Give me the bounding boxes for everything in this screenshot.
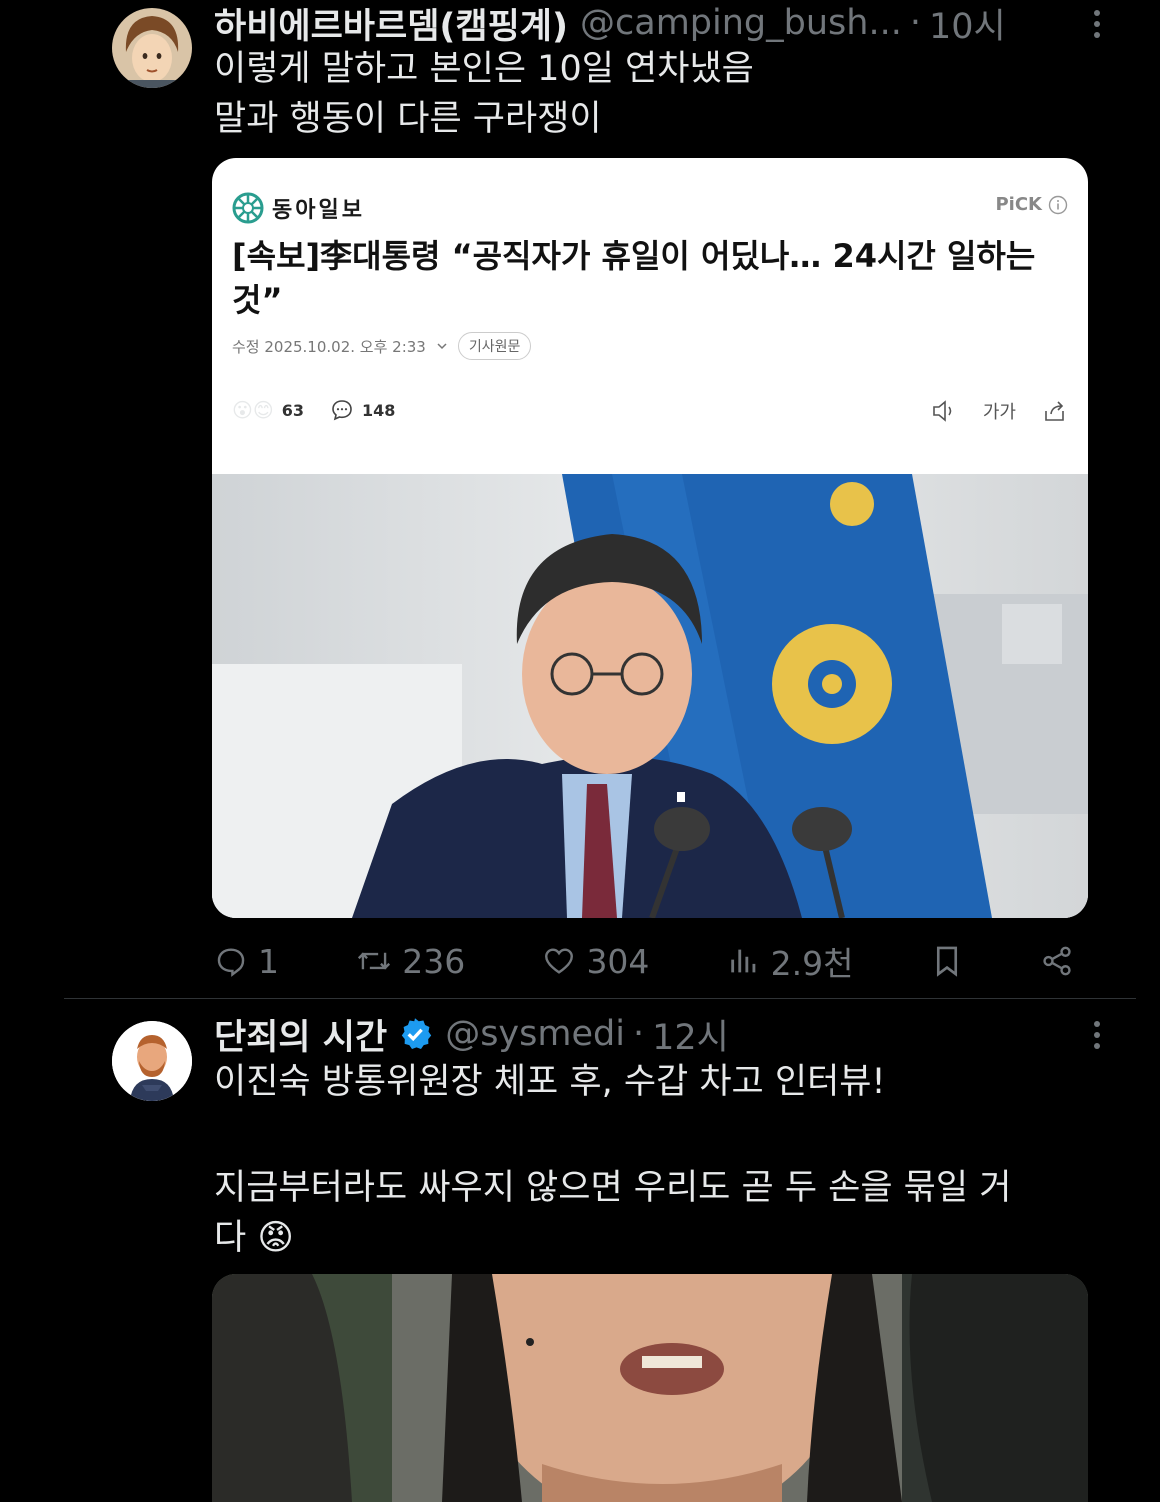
tweet-header: 하비에르바르뎀(캠핑계) @camping_bush... · 10시 [214,0,1100,46]
heart-icon [545,948,574,974]
pick-label: PiCK [995,194,1042,215]
article-headline: [속보]李대통령 “공직자가 휴일이 어딨나… 24시간 일하는 것” [232,237,1036,319]
avatar[interactable] [112,8,192,88]
article-tools: 가가 [931,398,1068,424]
modified-date: 수정 2025.10.02. 오후 2:33 [232,337,426,356]
speaker-icon[interactable] [931,399,957,423]
media-illustration [212,1274,1088,1502]
avatar-illustration [112,1021,192,1101]
article-meta: 수정 2025.10.02. 오후 2:33 기사원문 [232,332,532,360]
share-button[interactable] [1040,944,1074,978]
timestamp[interactable]: 10시 [929,0,1006,47]
author-handle[interactable]: @camping_bush... [580,3,902,43]
comment-count: 148 [361,400,396,420]
avatar-illustration [112,8,192,88]
tweet-text-line: 다 😡 [214,1218,294,1258]
font-size-button[interactable]: 가가 [983,398,1016,424]
reaction-emoji-icon[interactable]: 😮😊 [232,398,274,422]
publisher: 동아일보 [232,192,365,224]
more-options-icon[interactable] [1082,1015,1112,1055]
separator-dot: · [632,1014,645,1054]
like-button[interactable]: 304 [542,942,649,981]
separator-dot: · [909,3,921,43]
article-stats: 😮😊 63 148 [232,398,395,422]
photo-illustration [212,474,1088,918]
author-name[interactable]: 단죄의 시간 [214,1011,387,1058]
pick-badge: PiCK [995,194,1068,215]
like-count: 304 [586,941,650,981]
author-name[interactable]: 하비에르바르뎀(캠핑계) [214,0,568,47]
publisher-logo-icon [232,192,264,224]
retweet-button[interactable]: 236 [356,942,465,981]
views-icon [730,949,755,973]
original-article-button[interactable]: 기사원문 [457,332,532,360]
article-photo[interactable] [212,474,1088,918]
tweet-actions: 1 236 304 2.9천 [214,936,1074,986]
retweet-icon [358,952,391,970]
views-button[interactable]: 2.9천 [727,937,854,985]
timestamp[interactable]: 12시 [652,1011,729,1058]
retweet-count: 236 [402,941,466,981]
tweet-1[interactable]: 하비에르바르뎀(캠핑계) @camping_bush... · 10시 이렇게 … [0,0,1160,998]
avatar[interactable] [112,1021,192,1101]
more-options-icon[interactable] [1082,4,1112,44]
publisher-name: 동아일보 [272,198,365,223]
tweet-text-line: 지금부터라도 싸우지 않으면 우리도 곧 두 손을 묶일 거 [214,1168,1012,1208]
tweet-text-line: 이진숙 방통위원장 체포 후, 수갑 차고 인터뷰! [214,1062,886,1102]
reply-count: 1 [258,941,279,981]
tweet-text: 이진숙 방통위원장 체포 후, 수갑 차고 인터뷰! 지금부터라도 싸우지 않으… [214,1057,1094,1263]
tweet-media[interactable] [212,1274,1088,1502]
reply-icon [217,948,245,977]
tweet-text: 이렇게 말하고 본인은 10일 연차냈음 말과 행동이 다른 구라쟁이 [214,44,1094,144]
tweet-text-line: 이렇게 말하고 본인은 10일 연차냈음 [214,49,754,89]
tweet-2[interactable]: 단죄의 시간 @sysmedi · 12시 이진숙 방통위원장 체포 후, 수갑… [0,999,1160,1502]
tweet-header: 단죄의 시간 @sysmedi · 12시 [214,1011,1100,1057]
info-icon[interactable] [1048,195,1068,215]
view-count: 2.9천 [770,944,854,983]
reply-button[interactable]: 1 [214,942,279,981]
reaction-count: 63 [281,400,304,420]
verified-badge-icon[interactable] [397,1016,433,1052]
bookmark-icon [936,946,957,977]
comment-icon[interactable] [330,398,354,422]
author-handle[interactable]: @sysmedi [445,1014,625,1054]
chevron-down-icon[interactable] [436,340,448,352]
article-card[interactable]: 동아일보 PiCK [속보]李대통령 “공직자가 휴일이 어딨나… 24시간 일… [212,158,1088,918]
share-icon [1043,946,1071,976]
share-icon[interactable] [1042,399,1068,423]
tweet-text-spacer [214,1107,1094,1159]
bookmark-button[interactable] [931,943,963,979]
tweet-text-line: 말과 행동이 다른 구라쟁이 [214,99,602,139]
